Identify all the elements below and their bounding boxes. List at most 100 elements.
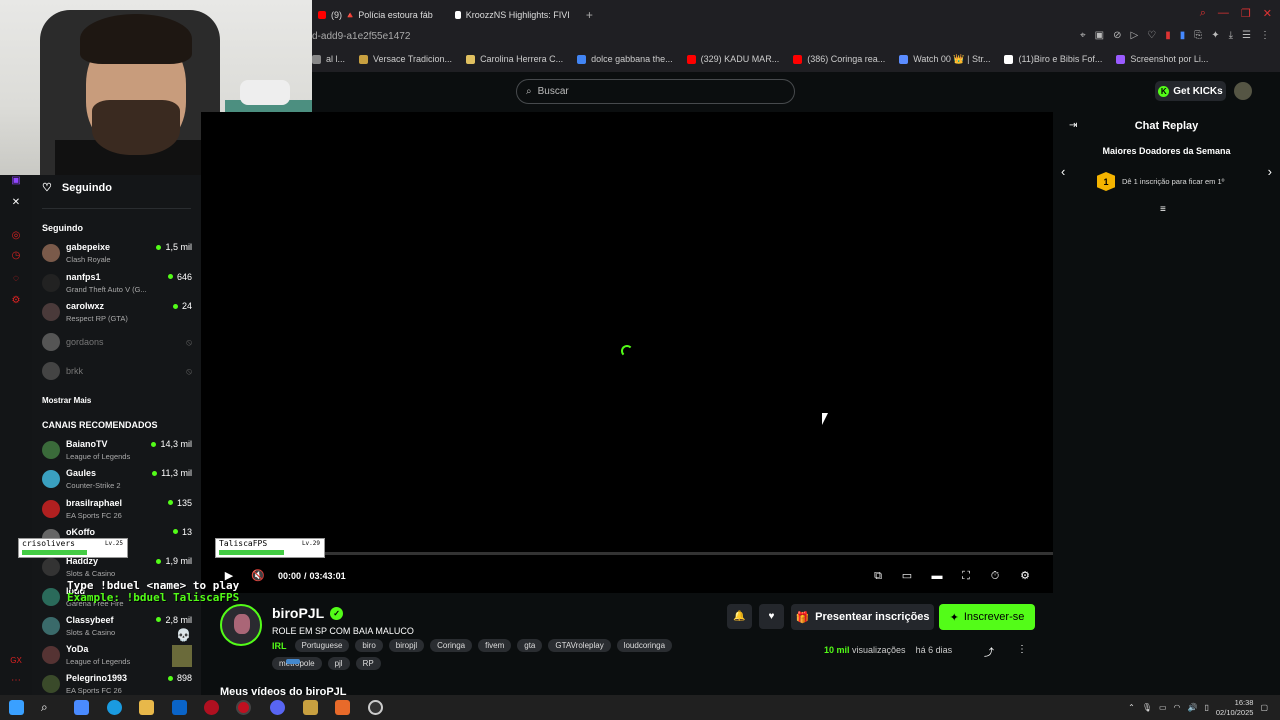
stream-tag[interactable]: pjl bbox=[327, 657, 350, 670]
bookmark-item[interactable]: Carolina Herrera C... bbox=[466, 54, 563, 64]
screenshot-icon[interactable]: ▣ bbox=[1095, 30, 1104, 41]
sidebar-channel-classybeef[interactable]: Classybeef Slots & Casino 2,8 mil bbox=[42, 613, 192, 639]
minimize-icon[interactable]: — bbox=[1218, 7, 1229, 20]
stream-tag[interactable]: gta bbox=[517, 639, 543, 652]
clock-icon[interactable]: ◷ bbox=[10, 250, 22, 262]
filter-icon[interactable]: ≡ bbox=[1160, 204, 1166, 215]
file-explorer-icon[interactable] bbox=[139, 700, 154, 715]
wifi-icon[interactable]: ◠ bbox=[1174, 703, 1181, 712]
search-input[interactable]: ⌕ Buscar bbox=[516, 79, 795, 104]
opera-gx-active-icon[interactable] bbox=[236, 700, 251, 715]
stream-tag[interactable]: fivem bbox=[478, 639, 512, 652]
subscribe-button[interactable]: ✦ Inscrever-se bbox=[939, 604, 1035, 630]
chevron-left-icon[interactable]: ‹ bbox=[1061, 164, 1065, 179]
message-icon[interactable]: ◌ bbox=[10, 273, 22, 285]
discord-icon[interactable] bbox=[270, 700, 285, 715]
new-tab-button[interactable]: + bbox=[586, 8, 593, 22]
share-icon[interactable]: ⤴ bbox=[984, 644, 994, 659]
more-options-icon[interactable]: ⋮ bbox=[1017, 644, 1027, 655]
block-icon[interactable]: ⊘ bbox=[1113, 30, 1121, 41]
sidebar-channel-baianotv[interactable]: BaianoTV League of Legends 14,3 mil bbox=[42, 437, 192, 463]
play-icon[interactable]: ▷ bbox=[1131, 30, 1139, 41]
search-icon[interactable]: ⌕ bbox=[1200, 7, 1206, 20]
sidebar-channel-haddzy[interactable]: Haddzy Slots & Casino 1,9 mil bbox=[42, 554, 192, 580]
restore-icon[interactable]: ❐ bbox=[1241, 7, 1251, 20]
opera-gx-icon[interactable] bbox=[204, 700, 219, 715]
streamer-avatar[interactable] bbox=[220, 604, 262, 646]
stream-tag[interactable]: biro bbox=[355, 639, 383, 652]
twitch-icon[interactable]: ▣ bbox=[10, 175, 22, 187]
copilot-icon[interactable] bbox=[74, 700, 89, 715]
progress-bar[interactable] bbox=[215, 552, 1053, 555]
battery-icon[interactable]: ▯ bbox=[1204, 703, 1208, 712]
show-more-link[interactable]: Mostrar Mais bbox=[42, 396, 91, 405]
search-icon[interactable]: ⌕ bbox=[41, 700, 56, 715]
extension-red-icon[interactable]: ▮ bbox=[1165, 30, 1171, 41]
sidebar-channel-yoda[interactable]: YoDaLeague of Legends5, bbox=[42, 642, 192, 668]
sidebar-channel-carolwxz[interactable]: carolwxz Respect RP (GTA) 24 bbox=[42, 299, 192, 325]
stream-tag[interactable]: biropjl bbox=[388, 639, 425, 652]
gx-icon[interactable]: GX bbox=[10, 655, 22, 667]
sidebar-channel-pelegrino1993[interactable]: Pelegrino1993 EA Sports FC 26 898 bbox=[42, 671, 192, 697]
clip-icon[interactable]: ▭ bbox=[899, 564, 915, 588]
x-icon[interactable]: ✕ bbox=[10, 197, 22, 209]
avatar[interactable] bbox=[1234, 82, 1252, 100]
stream-tag[interactable]: RP bbox=[355, 657, 381, 670]
streamer-name[interactable]: biroPJL ✓ bbox=[272, 605, 344, 621]
volume-icon[interactable]: 🔊 bbox=[1188, 703, 1198, 712]
chevron-right-icon[interactable]: › bbox=[1268, 164, 1272, 179]
get-kicks-button[interactable]: K Get KICKs bbox=[1155, 81, 1226, 101]
theater-mode-icon[interactable]: ▬ bbox=[929, 564, 945, 588]
chevron-up-icon[interactable]: ⌃ bbox=[1128, 703, 1135, 712]
menu-dots-icon[interactable]: ⋮ bbox=[1260, 30, 1270, 41]
settings-icon[interactable]: ⚙ bbox=[10, 295, 22, 307]
stream-tag[interactable]: Portuguese bbox=[294, 639, 350, 652]
stream-tag[interactable]: loudcoringa bbox=[616, 639, 673, 652]
sidebar-channel-gaules[interactable]: Gaules Counter-Strike 2 11,3 mil bbox=[42, 466, 192, 492]
app-orange-icon[interactable] bbox=[335, 700, 350, 715]
display-icon[interactable]: ▭ bbox=[1159, 703, 1167, 712]
heart-icon[interactable]: ♡ bbox=[1147, 30, 1156, 41]
sidebar-title[interactable]: ♡ Seguindo bbox=[42, 181, 112, 195]
fullscreen-icon[interactable]: ⛶ bbox=[958, 564, 974, 588]
close-icon[interactable]: ✕ bbox=[1263, 7, 1272, 20]
browser-tab-1[interactable]: KroozzNS Highlights: FIVI bbox=[449, 4, 576, 26]
bookmark-item[interactable]: (386) Coringa rea... bbox=[793, 54, 885, 64]
playback-speed-icon[interactable]: ⏱ bbox=[987, 564, 1003, 588]
notifications-icon[interactable]: ▢ bbox=[1260, 703, 1268, 712]
bookmark-item[interactable]: al l... bbox=[312, 54, 345, 64]
outlook-icon[interactable] bbox=[172, 700, 187, 715]
bookmark-item[interactable]: (329) KADU MAR... bbox=[686, 54, 779, 64]
sidebar-channel-brasilraphael[interactable]: brasilraphael EA Sports FC 26 135 bbox=[42, 496, 192, 522]
bookmark-item[interactable]: Watch 00 👑 | Str... bbox=[899, 54, 990, 65]
mute-icon[interactable]: 🔇 bbox=[250, 564, 266, 588]
pin-icon[interactable]: ⌖ bbox=[1080, 30, 1086, 41]
more-icon[interactable]: ⋯ bbox=[10, 675, 22, 687]
pip-icon[interactable]: ⧉ bbox=[870, 564, 886, 588]
sidebar-channel-nanfps1[interactable]: nanfps1 Grand Theft Auto V (G... 646 bbox=[42, 270, 192, 296]
bookmark-item[interactable]: Screenshot por Li... bbox=[1116, 54, 1208, 64]
edge-icon[interactable] bbox=[107, 700, 122, 715]
circle-icon[interactable]: ◎ bbox=[10, 230, 22, 242]
game-icon[interactable] bbox=[303, 700, 318, 715]
obs-icon[interactable] bbox=[368, 700, 383, 715]
stream-tag[interactable]: Coringa bbox=[430, 639, 473, 652]
sidebar-channel-gordaons[interactable]: gordaons ⦸ bbox=[42, 329, 192, 355]
bookmark-item[interactable]: dolce gabbana the... bbox=[577, 54, 673, 64]
bookmark-item[interactable]: Versace Tradicion... bbox=[359, 54, 452, 64]
settings-icon[interactable]: ⚙ bbox=[1017, 564, 1033, 588]
stream-tag[interactable]: GTAVroleplay bbox=[548, 639, 611, 652]
sidebar-channel-gabepeixe[interactable]: gabepeixe Clash Royale 1,5 mil bbox=[42, 240, 192, 266]
microphone-icon[interactable]: 🎙 bbox=[1142, 703, 1152, 712]
extension-blue-icon[interactable]: ▮ bbox=[1180, 30, 1186, 41]
bookmark-item[interactable]: (11)Biro e Bibis Fof... bbox=[1004, 54, 1102, 64]
follow-button[interactable]: ♥ bbox=[759, 604, 784, 629]
sidebar-channel-brkk[interactable]: brkk ⦸ bbox=[42, 358, 192, 384]
donor-slot[interactable]: 1 Dê 1 inscrição para ficar em 1º bbox=[1097, 172, 1224, 191]
puzzle-icon[interactable]: ✦ bbox=[1211, 30, 1219, 41]
browser-tab-0[interactable]: (9) 🔺 Polícia estoura fáb bbox=[312, 4, 439, 26]
windows-start-icon[interactable] bbox=[9, 700, 24, 715]
download-icon[interactable]: ⤓ bbox=[1229, 30, 1233, 41]
notification-bell-button[interactable]: 🔔 bbox=[727, 604, 752, 629]
share-icon[interactable]: ⎘ bbox=[1194, 30, 1202, 41]
